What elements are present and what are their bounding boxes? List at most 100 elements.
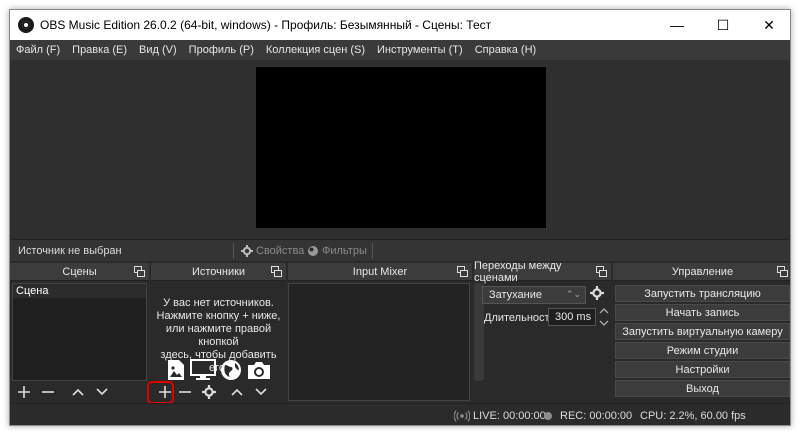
image-file-icon (167, 360, 184, 380)
sources-dock-body[interactable]: У вас нет источников. Нажмите кнопку + н… (147, 281, 286, 404)
live-status: LIVE: 00:00:00 (454, 410, 546, 422)
gear-icon[interactable] (590, 286, 604, 300)
separator (372, 243, 373, 259)
remove-source-button[interactable] (177, 384, 193, 400)
float-dock-icon[interactable] (271, 266, 282, 277)
record-dot-icon (544, 411, 552, 420)
menu-help[interactable]: Справка (H) (469, 44, 542, 56)
sources-dock-title: Источники (191, 265, 246, 278)
menu-tools[interactable]: Инструменты (T) (371, 44, 469, 56)
move-source-down-button[interactable] (253, 384, 269, 400)
start-virtual-camera-button[interactable]: Запустить виртуальную камеру (615, 323, 790, 340)
scenes-toolbar (10, 381, 149, 403)
source-type-icons (151, 359, 286, 381)
minimize-button[interactable]: — (654, 10, 700, 40)
transitions-dock-body: Затухание ⌃⌄ Длительность 300 ms (474, 281, 611, 403)
mixer-dock-title: Input Mixer (352, 265, 408, 278)
float-dock-icon[interactable] (777, 266, 788, 277)
settings-button[interactable]: Настройки (615, 361, 790, 378)
float-dock-icon[interactable] (457, 266, 468, 277)
close-button[interactable]: ✕ (746, 10, 790, 40)
transition-selected-value: Затухание (489, 289, 543, 301)
add-scene-button[interactable] (16, 384, 32, 400)
transitions-dock-header: Переходы между сценами (474, 259, 611, 284)
chevron-down-icon (255, 388, 267, 396)
filters-button[interactable]: Фильтры (307, 245, 367, 257)
filters-label: Фильтры (322, 244, 367, 257)
globe-icon (220, 360, 241, 380)
menu-file[interactable]: Файл (F) (10, 44, 66, 56)
scenes-list[interactable]: Сцена (12, 283, 147, 381)
float-dock-icon[interactable] (596, 266, 607, 277)
controls-dock: Управление Запустить трансляцию Начать з… (613, 263, 790, 403)
mixer-dock-body (288, 281, 472, 403)
properties-button[interactable]: Свойства (241, 244, 305, 257)
move-source-up-button[interactable] (229, 384, 245, 400)
chevron-down-icon (96, 388, 108, 396)
no-source-selected-label: Источник не выбран (18, 244, 122, 257)
empty-line: или нажмите правой кнопкой (165, 323, 272, 348)
controls-dock-header: Управление (613, 263, 790, 281)
menu-profile[interactable]: Профиль (P) (183, 44, 260, 56)
minus-icon (42, 391, 54, 393)
menu-edit[interactable]: Правка (E) (66, 44, 133, 56)
start-recording-button[interactable]: Начать запись (615, 304, 790, 321)
gear-icon (202, 385, 216, 399)
rec-status: REC: 00:00:00 (544, 410, 632, 422)
scenes-dock-title: Сцены (62, 265, 97, 278)
menu-bar: Файл (F) Правка (E) Вид (V) Профиль (P) … (10, 40, 790, 60)
studio-mode-button[interactable]: Режим студии (615, 342, 790, 359)
sources-dock-header: Источники (151, 263, 286, 281)
duration-value: 300 ms (555, 311, 592, 323)
rec-timer: REC: 00:00:00 (560, 409, 633, 422)
menu-scene-collection[interactable]: Коллекция сцен (S) (260, 44, 371, 56)
cpu-status: CPU: 2.2%, 60.00 fps (640, 409, 746, 422)
duration-spinner[interactable] (598, 307, 610, 327)
title-bar: OBS Music Edition 26.0.2 (64-bit, window… (10, 10, 790, 40)
preview-canvas[interactable] (256, 67, 546, 228)
scenes-dock-body: Сцена (10, 281, 149, 403)
duration-label: Длительность (484, 312, 556, 324)
start-streaming-button[interactable]: Запустить трансляцию (615, 285, 790, 302)
monitor-icon (189, 359, 216, 380)
empty-line: У вас нет источников. (163, 297, 274, 309)
move-scene-up-button[interactable] (70, 384, 86, 400)
mixer-area (288, 283, 470, 401)
move-scene-down-button[interactable] (94, 384, 110, 400)
transition-select[interactable]: Затухание ⌃⌄ (482, 286, 586, 304)
maximize-button[interactable]: ☐ (700, 10, 746, 40)
status-bar: LIVE: 00:00:00 REC: 00:00:00 CPU: 2.2%, … (10, 403, 790, 425)
duration-input[interactable]: 300 ms (548, 308, 596, 326)
updown-icon: ⌃⌄ (565, 289, 581, 299)
chevron-up-icon (599, 308, 609, 314)
float-dock-icon[interactable] (134, 266, 145, 277)
highlight-ring (147, 381, 174, 404)
chevron-up-icon (231, 388, 243, 396)
plus-icon (18, 386, 30, 398)
source-properties-button[interactable] (201, 384, 217, 400)
chevron-up-icon (72, 388, 84, 396)
scenes-dock-header: Сцены (10, 263, 149, 281)
preview-area (10, 60, 790, 244)
live-timer: LIVE: 00:00:00 (473, 409, 546, 422)
window-title: OBS Music Edition 26.0.2 (64-bit, window… (40, 18, 492, 32)
exit-button[interactable]: Выход (615, 380, 790, 397)
obs-logo-icon (18, 17, 34, 33)
controls-dock-title: Управление (671, 265, 734, 278)
broadcast-icon (454, 409, 470, 422)
obs-window: OBS Music Edition 26.0.2 (64-bit, window… (9, 9, 791, 426)
mixer-dock: Input Mixer (288, 263, 472, 403)
transitions-dock: Переходы между сценами Затухание ⌃⌄ Длит… (474, 259, 611, 403)
filters-icon (308, 245, 318, 256)
controls-dock-body: Запустить трансляцию Начать запись Запус… (613, 281, 790, 403)
source-toolbar: Источник не выбран Свойства Фильтры (10, 239, 790, 261)
camera-icon (247, 362, 270, 379)
minus-icon (179, 391, 191, 393)
menu-view[interactable]: Вид (V) (133, 44, 183, 56)
remove-scene-button[interactable] (40, 384, 56, 400)
transitions-dock-title: Переходы между сценами (474, 259, 562, 284)
scenes-dock: Сцены Сцена (10, 263, 149, 403)
list-item[interactable]: Сцена (13, 284, 146, 298)
empty-line: Нажмите кнопку + ниже, (156, 310, 281, 322)
properties-label: Свойства (256, 244, 305, 257)
